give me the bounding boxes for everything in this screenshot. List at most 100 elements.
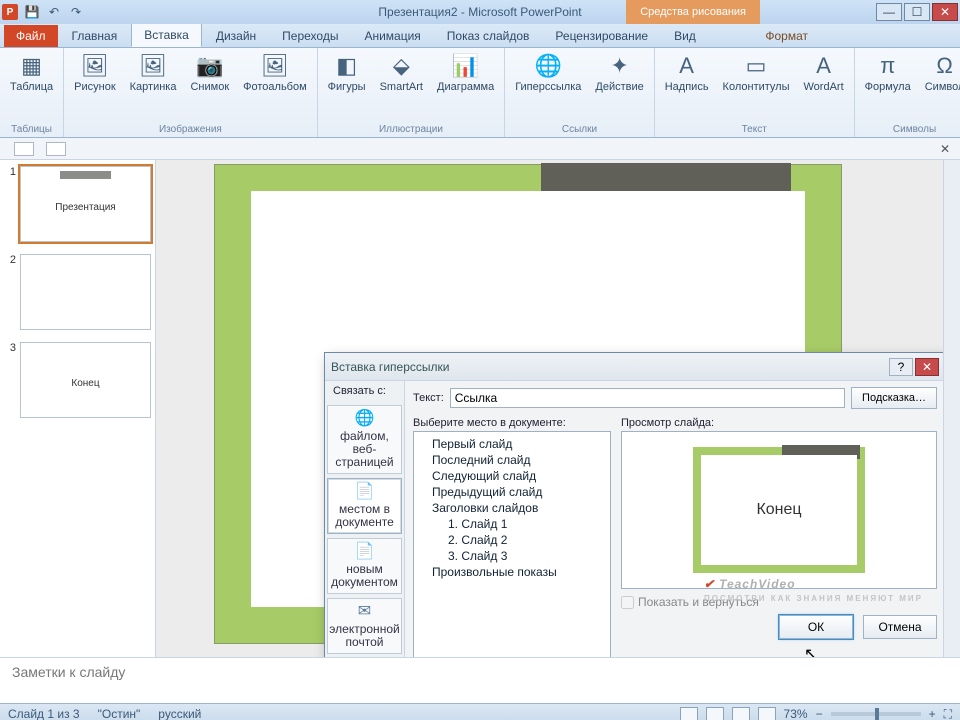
tab-view[interactable]: Вид [662, 25, 708, 47]
zoom-in-button[interactable]: + [929, 707, 936, 720]
table-icon: ▦ [18, 52, 46, 80]
wordart-icon: A [810, 52, 838, 80]
tab-file[interactable]: Файл [4, 25, 58, 47]
close-pane-icon[interactable]: ✕ [940, 142, 950, 156]
contextual-tab-drawing[interactable]: Средства рисования [626, 0, 760, 24]
dialog-close-button[interactable]: ✕ [915, 358, 939, 376]
picture-button[interactable]: 🖼Рисунок [70, 50, 120, 122]
tab-review[interactable]: Рецензирование [543, 25, 660, 47]
link-new-doc[interactable]: 📄новым документом [327, 538, 402, 594]
cancel-button[interactable]: Отмена [863, 615, 937, 639]
language-name: русский [158, 707, 201, 720]
text-label: Текст: [413, 392, 444, 404]
headerfooter-button[interactable]: ▭Колонтитулы [719, 50, 794, 122]
thumb-row: 3 Конец [4, 342, 151, 418]
wordart-button[interactable]: AWordArt [800, 50, 848, 122]
thumb-row: 1 Презентация [4, 166, 151, 242]
work-area: 1 Презентация 2 3 Конец Вставка гиперссы… [0, 160, 960, 657]
shapes-button[interactable]: ◧Фигуры [324, 50, 370, 122]
screentip-button[interactable]: Подсказка… [851, 387, 937, 409]
ok-button[interactable]: ОК [779, 615, 853, 639]
table-button[interactable]: ▦Таблица [6, 50, 57, 122]
document-places-tree[interactable]: Первый слайд Последний слайд Следующий с… [413, 431, 611, 657]
chart-icon: 📊 [452, 52, 480, 80]
thumb-number: 3 [4, 342, 16, 418]
tab-animation[interactable]: Анимация [352, 25, 432, 47]
screenshot-icon: 📷 [196, 52, 224, 80]
titlebar: P 💾 ↶ ↷ Презентация2 - Microsoft PowerPo… [0, 0, 960, 24]
thumbnail-slide-3[interactable]: Конец [20, 342, 151, 418]
normal-view-button[interactable] [680, 707, 698, 720]
thumbnail-slide-1[interactable]: Презентация [20, 166, 151, 242]
redo-icon[interactable]: ↷ [68, 4, 84, 20]
outline-tab[interactable] [46, 142, 66, 156]
tab-home[interactable]: Главная [60, 25, 130, 47]
notes-pane[interactable]: Заметки к слайду [0, 657, 960, 703]
preview-label: Просмотр слайда: [621, 417, 937, 429]
group-label: Текст [742, 122, 767, 137]
fit-window-button[interactable]: ⛶ [944, 707, 952, 720]
tree-slide-titles[interactable]: Заголовки слайдов [420, 500, 604, 516]
tab-format[interactable]: Формат [753, 25, 820, 47]
tree-first-slide[interactable]: Первый слайд [420, 436, 604, 452]
globe-icon: 🌐 [355, 410, 375, 428]
vertical-scrollbar[interactable] [943, 160, 960, 657]
slide-preview: Конец [621, 431, 937, 589]
slides-tab[interactable] [14, 142, 34, 156]
tab-slideshow[interactable]: Показ слайдов [435, 25, 542, 47]
slide-position: Слайд 1 из 3 [8, 707, 80, 720]
tree-prev-slide[interactable]: Предыдущий слайд [420, 484, 604, 500]
link-place-doc[interactable]: 📄местом в документе [327, 478, 402, 534]
slideshow-view-button[interactable] [758, 707, 776, 720]
tab-transitions[interactable]: Переходы [270, 25, 350, 47]
preview-text: Конец [701, 455, 857, 565]
slide-canvas[interactable]: Вставка гиперссылки ? ✕ Связать с: 🌐файл… [156, 160, 943, 657]
link-text-input[interactable] [450, 388, 845, 408]
dialog-help-button[interactable]: ? [889, 358, 913, 376]
headerfooter-icon: ▭ [742, 52, 770, 80]
tab-insert[interactable]: Вставка [131, 23, 202, 47]
zoom-out-button[interactable]: − [816, 707, 823, 720]
textbox-button[interactable]: AНадпись [661, 50, 713, 122]
smartart-icon: ⬙ [387, 52, 415, 80]
minimize-button[interactable]: — [876, 3, 902, 21]
tree-slide-3[interactable]: 3. Слайд 3 [420, 548, 604, 564]
group-label: Символы [893, 122, 936, 137]
dialog-titlebar: Вставка гиперссылки ? ✕ [325, 353, 943, 381]
close-button[interactable]: ✕ [932, 3, 958, 21]
preview-slide: Конец [693, 447, 865, 573]
shapes-icon: ◧ [333, 52, 361, 80]
link-file-web[interactable]: 🌐файлом, веб-страницей [327, 405, 402, 474]
smartart-button[interactable]: ⬙SmartArt [376, 50, 427, 122]
watermark: ✔TeachVideo ПОСМОТРИ КАК ЗНАНИЯ МЕНЯЮТ М… [704, 568, 923, 603]
symbol-button[interactable]: ΩСимвол [921, 50, 960, 122]
ribbon-group-links: 🌐Гиперссылка ✦Действие Ссылки [505, 48, 655, 137]
group-label: Таблицы [11, 122, 52, 137]
theme-name: "Остин" [98, 707, 141, 720]
ribbon-group-illustrations: ◧Фигуры ⬙SmartArt 📊Диаграмма Иллюстрации [318, 48, 506, 137]
tree-custom-shows[interactable]: Произвольные показы [420, 564, 604, 580]
tab-design[interactable]: Дизайн [204, 25, 268, 47]
tree-slide-1[interactable]: 1. Слайд 1 [420, 516, 604, 532]
clipart-button[interactable]: 🖼Картинка [126, 50, 181, 122]
screenshot-button[interactable]: 📷Снимок [186, 50, 233, 122]
thumbnail-slide-2[interactable] [20, 254, 151, 330]
save-icon[interactable]: 💾 [24, 4, 40, 20]
email-icon: ✉ [358, 603, 371, 621]
maximize-button[interactable]: ☐ [904, 3, 930, 21]
sorter-view-button[interactable] [706, 707, 724, 720]
action-button[interactable]: ✦Действие [591, 50, 647, 122]
symbol-icon: Ω [931, 52, 959, 80]
undo-icon[interactable]: ↶ [46, 4, 62, 20]
hyperlink-button[interactable]: 🌐Гиперссылка [511, 50, 585, 122]
reading-view-button[interactable] [732, 707, 750, 720]
tree-next-slide[interactable]: Следующий слайд [420, 468, 604, 484]
tree-last-slide[interactable]: Последний слайд [420, 452, 604, 468]
zoom-slider[interactable] [831, 712, 921, 716]
chart-button[interactable]: 📊Диаграмма [433, 50, 498, 122]
thumbnail-pane-tabs: ✕ [0, 138, 960, 160]
tree-slide-2[interactable]: 2. Слайд 2 [420, 532, 604, 548]
link-email[interactable]: ✉электронной почтой [327, 598, 402, 654]
photoalbum-button[interactable]: 🖼Фотоальбом [239, 50, 311, 122]
equation-button[interactable]: πФормула [861, 50, 915, 122]
